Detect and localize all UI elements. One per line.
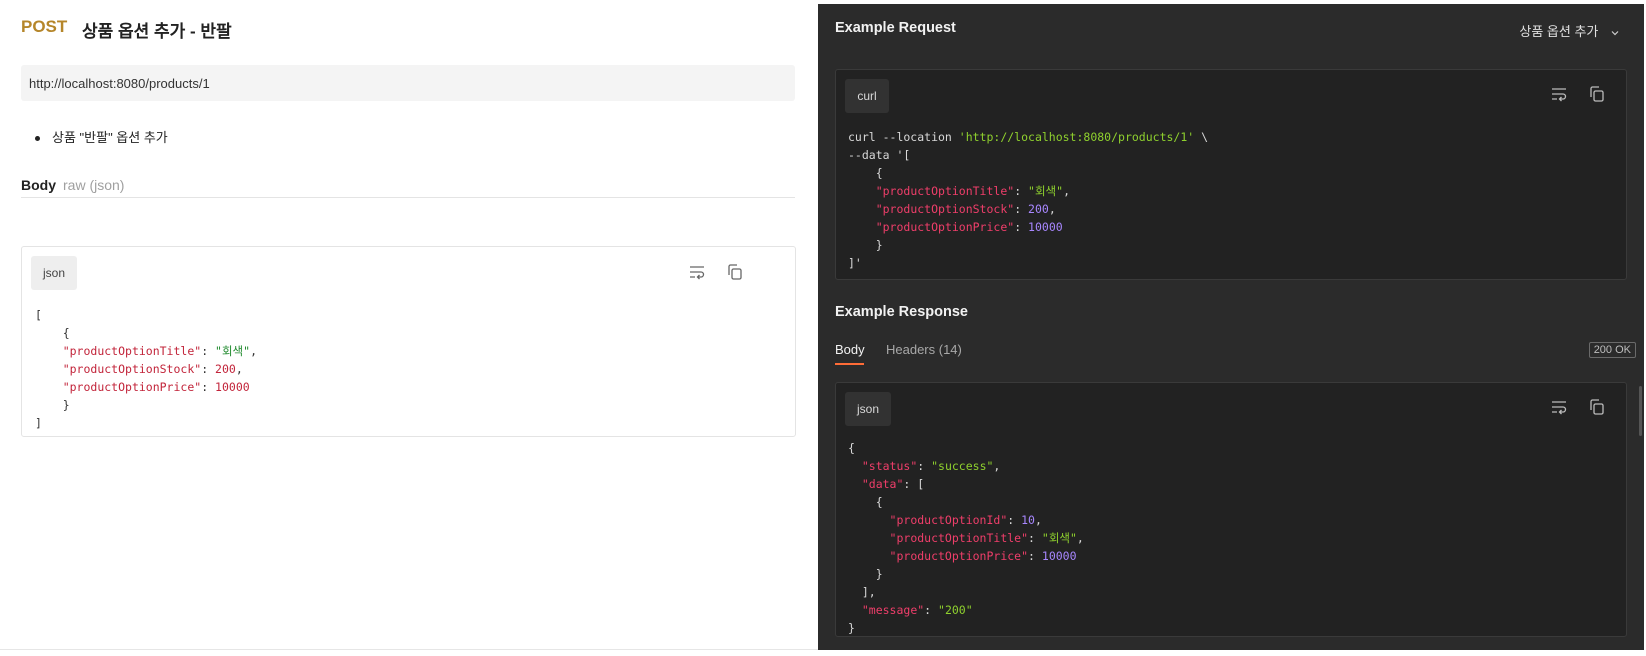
wrap-lines-icon[interactable] (688, 263, 706, 281)
example-response-title: Example Response (835, 304, 968, 320)
copy-icon[interactable] (1588, 398, 1606, 416)
url-text: http://localhost:8080/products/1 (29, 76, 210, 91)
active-tab-indicator (835, 363, 864, 365)
description-text: 상품 "반팔" 옵션 추가 (52, 130, 168, 145)
example-request-title: Example Request (835, 20, 956, 36)
http-method: POST (21, 17, 68, 36)
wrap-lines-icon[interactable] (1550, 398, 1568, 416)
tab-body[interactable]: Body (835, 342, 865, 357)
bottom-divider (0, 649, 818, 650)
example-response-code-block: json { "status": "success", "data": [ { … (835, 382, 1627, 637)
tab-headers[interactable]: Headers (14) (886, 342, 962, 357)
copy-icon[interactable] (726, 263, 744, 281)
example-request-code-block: curl curl --location 'http://localhost:8… (835, 69, 1627, 280)
examples-panel: Example Request 상품 옵션 추가 curl curl --loc… (818, 4, 1644, 650)
copy-icon[interactable] (1588, 85, 1606, 103)
code-language-chip: json (845, 392, 891, 426)
request-title: 상품 옵션 추가 - 반팔 (82, 22, 232, 41)
bullet-dot (35, 136, 40, 142)
code-language-chip: curl (845, 79, 889, 113)
body-type: raw (json) (63, 177, 125, 193)
divider (21, 197, 795, 198)
chevron-down-icon (1611, 30, 1619, 35)
response-json: { "status": "success", "data": [ { "prod… (848, 441, 1084, 635)
description-item: 상품 "반팔" 옵션 추가 (35, 127, 168, 146)
scrollbar[interactable] (1639, 386, 1642, 436)
curl-snippet: curl --location 'http://localhost:8080/p… (848, 130, 1209, 270)
example-selector[interactable]: 상품 옵션 추가 (1519, 21, 1620, 40)
request-body-json: [ { "productOptionTitle": "회색", "product… (35, 308, 257, 430)
body-label: Body (21, 177, 56, 193)
wrap-lines-icon[interactable] (1550, 85, 1568, 103)
request-panel: POST 상품 옵션 추가 - 반팔 http://localhost:8080… (0, 0, 818, 656)
code-language-chip: json (31, 256, 77, 290)
request-body-code-block: json [ { "productOptionTitle": "회색", "pr… (21, 246, 796, 437)
example-selector-label: 상품 옵션 추가 (1519, 24, 1599, 39)
status-badge: 200 OK (1588, 342, 1636, 358)
url-field[interactable]: http://localhost:8080/products/1 (21, 65, 795, 101)
